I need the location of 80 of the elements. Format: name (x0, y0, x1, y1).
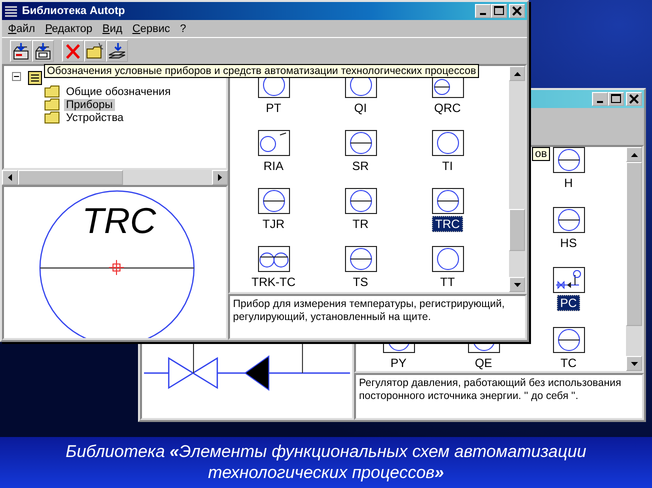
window-title: Библиотека Autotp (22, 5, 125, 17)
menu-item[interactable]: Вид (102, 22, 122, 34)
symbol-icon (344, 188, 376, 214)
symbol-label[interactable]: PT (262, 100, 284, 116)
symbol-label[interactable]: TS (350, 274, 372, 290)
symbol-icon (258, 130, 290, 156)
maximize-button[interactable] (608, 92, 624, 106)
symbol-label[interactable]: TT (437, 274, 458, 290)
symbol-label[interactable]: H (561, 175, 576, 191)
symbol-icon (552, 327, 584, 353)
symbol-label[interactable]: SR (349, 158, 372, 174)
scroll-up-button[interactable] (509, 66, 525, 81)
down-arrow-icon (630, 362, 638, 366)
scrollbar-thumb[interactable] (626, 162, 642, 326)
symbol-label[interactable]: QRC (431, 100, 464, 116)
symbol-icon (552, 207, 584, 233)
symbol-icon (258, 188, 290, 214)
folder-icon (44, 111, 61, 124)
description-text: Прибор для измерения температуры, регистрирующий, регулирующий, установленный на щите. (228, 294, 527, 340)
symbol-icon (432, 130, 464, 156)
symbol-designation: TRC (82, 201, 156, 241)
symbol-label[interactable]: TJR (260, 216, 288, 232)
symbol-icon (344, 130, 376, 156)
minimize-icon (597, 101, 603, 103)
minimize-button[interactable] (592, 92, 608, 106)
left-arrow-icon (8, 174, 12, 181)
right-arrow-icon (218, 174, 222, 181)
slide-caption: Библиотека «Элементы функциональных схем автоматизации технологических процессов» (0, 437, 652, 488)
scroll-down-button[interactable] (509, 277, 525, 292)
minimize-button[interactable] (475, 4, 491, 18)
symbol-icon (258, 246, 290, 272)
menu-item[interactable]: ? (180, 22, 186, 34)
cabinet-icon (27, 70, 43, 86)
maximize-button[interactable] (491, 4, 507, 18)
folder-icon[interactable] (84, 40, 106, 62)
tree-item[interactable]: Устройства (64, 112, 126, 124)
delete-icon[interactable] (62, 40, 84, 62)
scroll-left-button[interactable] (2, 170, 18, 185)
symbol-icon (552, 267, 584, 293)
symbol-label[interactable]: PC (557, 295, 580, 311)
up-arrow-icon (514, 72, 520, 76)
up-arrow-icon (630, 152, 638, 156)
tooltip: Обозначения условные приборов и средств автоматизации технологических процессов (44, 64, 480, 78)
symbol-label[interactable]: TC (558, 355, 580, 371)
collapse-toggle[interactable] (12, 72, 21, 84)
scroll-down-button[interactable] (626, 356, 642, 371)
maximize-icon (492, 5, 506, 17)
menu-item[interactable]: Редактор (45, 22, 92, 34)
close-icon (510, 5, 524, 17)
scroll-right-button[interactable] (212, 170, 228, 185)
close-icon (627, 93, 641, 105)
menu-item[interactable]: Сервис (132, 22, 170, 34)
symbol-label[interactable]: HS (557, 235, 580, 251)
symbol-icon (432, 188, 464, 214)
folder-icon (44, 85, 61, 98)
menu-item[interactable]: Файл (8, 22, 36, 34)
symbol-label[interactable]: PY (387, 355, 410, 371)
tree-item[interactable]: Общие обозначения (64, 86, 173, 98)
tree-item[interactable]: Приборы (64, 98, 115, 110)
folder-icon (44, 98, 61, 111)
minimize-icon (480, 13, 486, 15)
symbol-label[interactable]: TI (439, 158, 456, 174)
close-button[interactable] (509, 4, 525, 18)
symbol-icon (432, 246, 464, 272)
symbol-label[interactable]: TRK-TC (248, 274, 298, 290)
tooltip: ов (532, 147, 550, 161)
symbol-label[interactable]: TR (350, 216, 372, 232)
scrollbar-thumb[interactable] (18, 170, 123, 185)
scroll-up-button[interactable] (626, 147, 642, 162)
symbol-label[interactable]: QI (351, 100, 370, 116)
scrollbar-thumb[interactable] (509, 209, 525, 251)
down-arrow-icon (514, 282, 520, 286)
symbol-icon (344, 246, 376, 272)
symbol-label[interactable]: QE (472, 355, 496, 371)
description-text: Регулятор давления, работающий без использования посторонного источника энергии. '' до себя ''. (354, 373, 644, 420)
close-button[interactable] (626, 92, 642, 106)
stack-icon (4, 5, 18, 17)
symbol-label[interactable]: TRC (432, 216, 463, 232)
symbol-label[interactable]: RIA (260, 158, 286, 174)
maximize-icon (609, 93, 623, 105)
